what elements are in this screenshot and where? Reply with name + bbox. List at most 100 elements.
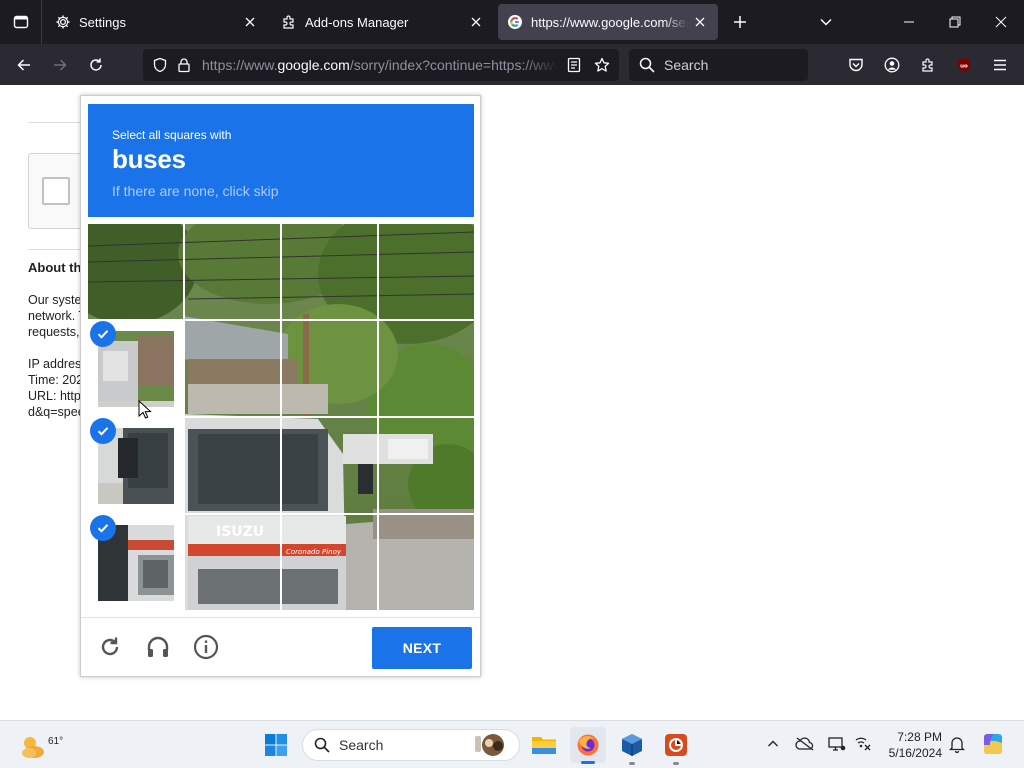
image-tile[interactable] xyxy=(185,321,281,417)
image-tile[interactable] xyxy=(282,224,378,320)
image-tile-selected[interactable] xyxy=(88,321,184,417)
app-taskbar-button[interactable] xyxy=(658,727,694,763)
tab-addons-manager[interactable]: Add-ons Manager xyxy=(272,4,494,40)
reload-challenge-button[interactable] xyxy=(95,632,125,662)
reload-icon xyxy=(101,637,119,656)
forward-button[interactable] xyxy=(45,50,75,80)
challenge-instruction: Select all squares with xyxy=(112,128,232,142)
running-app-indicator xyxy=(673,762,679,765)
image-tile[interactable] xyxy=(282,321,378,417)
menu-button[interactable] xyxy=(988,53,1012,77)
ublock-origin-button[interactable]: uo xyxy=(952,53,976,77)
weather-temperature: 61° xyxy=(48,736,64,747)
image-tile[interactable] xyxy=(379,321,474,417)
divider xyxy=(28,122,88,123)
recaptcha-checkbox[interactable] xyxy=(42,177,70,205)
start-button[interactable] xyxy=(258,727,294,763)
tab-google-search[interactable]: https://www.google.com/search xyxy=(498,4,718,40)
image-tile[interactable] xyxy=(282,418,378,514)
copilot-icon[interactable] xyxy=(980,731,1006,757)
reader-view-icon[interactable] xyxy=(564,55,584,75)
virtualbox-icon xyxy=(622,734,642,756)
minimize-button[interactable] xyxy=(886,0,932,44)
svg-text:uo: uo xyxy=(960,64,968,70)
check-icon xyxy=(90,418,116,444)
chevron-down-icon xyxy=(820,18,832,26)
check-icon xyxy=(90,321,116,347)
next-button[interactable]: NEXT xyxy=(372,627,472,669)
list-all-tabs-button[interactable] xyxy=(812,8,840,36)
close-tab-icon[interactable] xyxy=(238,10,262,34)
search-bar[interactable]: Search xyxy=(629,49,808,81)
challenge-target: buses xyxy=(112,144,186,174)
mouse-cursor-icon xyxy=(138,400,152,419)
taskbar-search-placeholder: Search xyxy=(339,737,384,753)
firefox-view-button[interactable] xyxy=(0,0,42,44)
close-window-button[interactable] xyxy=(978,0,1024,44)
reload-button[interactable] xyxy=(81,50,111,80)
pocket-icon xyxy=(849,58,863,72)
navigation-toolbar: https://www.google.com/sorry/index?conti… xyxy=(0,44,1024,85)
arrow-left-icon xyxy=(17,59,30,71)
audio-challenge-button[interactable] xyxy=(143,632,173,662)
address-bar[interactable]: https://www.google.com/sorry/index?conti… xyxy=(143,49,619,81)
notification-bell-icon[interactable] xyxy=(946,733,968,755)
clock[interactable]: 7:28 PM 5/16/2024 xyxy=(876,729,942,761)
network-volume-icon[interactable] xyxy=(852,733,874,755)
url-suffix: /sorry/index?continue=https://www.google… xyxy=(349,57,558,73)
weather-widget[interactable]: 61° xyxy=(16,728,63,762)
taskbar-search[interactable]: Search xyxy=(302,729,520,761)
firefox-taskbar-button[interactable] xyxy=(570,727,606,763)
close-tab-icon[interactable] xyxy=(688,10,712,34)
image-tile[interactable] xyxy=(185,515,281,610)
image-tile[interactable] xyxy=(379,224,474,320)
headphones-icon xyxy=(147,636,169,657)
image-tile[interactable] xyxy=(88,224,184,320)
windows-logo-icon xyxy=(265,734,287,756)
account-icon xyxy=(884,57,900,73)
tab-label: Settings xyxy=(79,14,126,30)
recaptcha-widget xyxy=(28,153,88,229)
image-tile[interactable] xyxy=(185,224,281,320)
restore-icon xyxy=(949,16,961,28)
shield-icon[interactable] xyxy=(150,55,170,75)
close-icon xyxy=(995,16,1007,28)
lock-icon[interactable] xyxy=(174,55,194,75)
recaptcha-challenge: Select all squares with buses If there a… xyxy=(80,95,481,677)
ublock-origin-icon: uo xyxy=(958,58,970,72)
display-icon[interactable] xyxy=(826,733,848,755)
plus-icon xyxy=(734,16,746,28)
new-tab-button[interactable] xyxy=(726,8,754,36)
clock-date: 5/16/2024 xyxy=(888,746,942,760)
tab-settings[interactable]: Settings xyxy=(46,4,268,40)
running-app-indicator xyxy=(629,762,635,765)
divider xyxy=(28,249,88,250)
pocket-button[interactable] xyxy=(844,53,868,77)
virtualbox-button[interactable] xyxy=(614,727,650,763)
url-text[interactable]: https://www.google.com/sorry/index?conti… xyxy=(202,57,558,73)
extensions-button[interactable] xyxy=(916,53,940,77)
image-tile-selected[interactable] xyxy=(88,418,184,514)
restore-button[interactable] xyxy=(932,0,978,44)
taskbar: 61° Search 7:28 PM 5/16/2024 xyxy=(0,720,1024,768)
image-tile[interactable] xyxy=(185,418,281,514)
search-placeholder: Search xyxy=(664,57,709,73)
search-icon xyxy=(638,56,656,74)
account-button[interactable] xyxy=(880,53,904,77)
show-hidden-icons-button[interactable] xyxy=(762,733,784,755)
check-icon xyxy=(90,515,116,541)
tab-label: Add-ons Manager xyxy=(305,14,409,30)
close-tab-icon[interactable] xyxy=(464,10,488,34)
star-icon[interactable] xyxy=(592,55,612,75)
info-button[interactable] xyxy=(191,632,221,662)
image-tile-selected[interactable] xyxy=(88,515,184,610)
onedrive-offline-icon[interactable] xyxy=(794,733,816,755)
image-tile[interactable] xyxy=(282,515,378,610)
clock-time: 7:28 PM xyxy=(897,730,942,744)
image-tile[interactable] xyxy=(379,418,474,514)
challenge-header: Select all squares with buses If there a… xyxy=(88,104,474,217)
image-tile[interactable] xyxy=(379,515,474,610)
back-button[interactable] xyxy=(9,50,39,80)
url-domain: google.com xyxy=(277,57,350,73)
file-explorer-button[interactable] xyxy=(526,727,562,763)
